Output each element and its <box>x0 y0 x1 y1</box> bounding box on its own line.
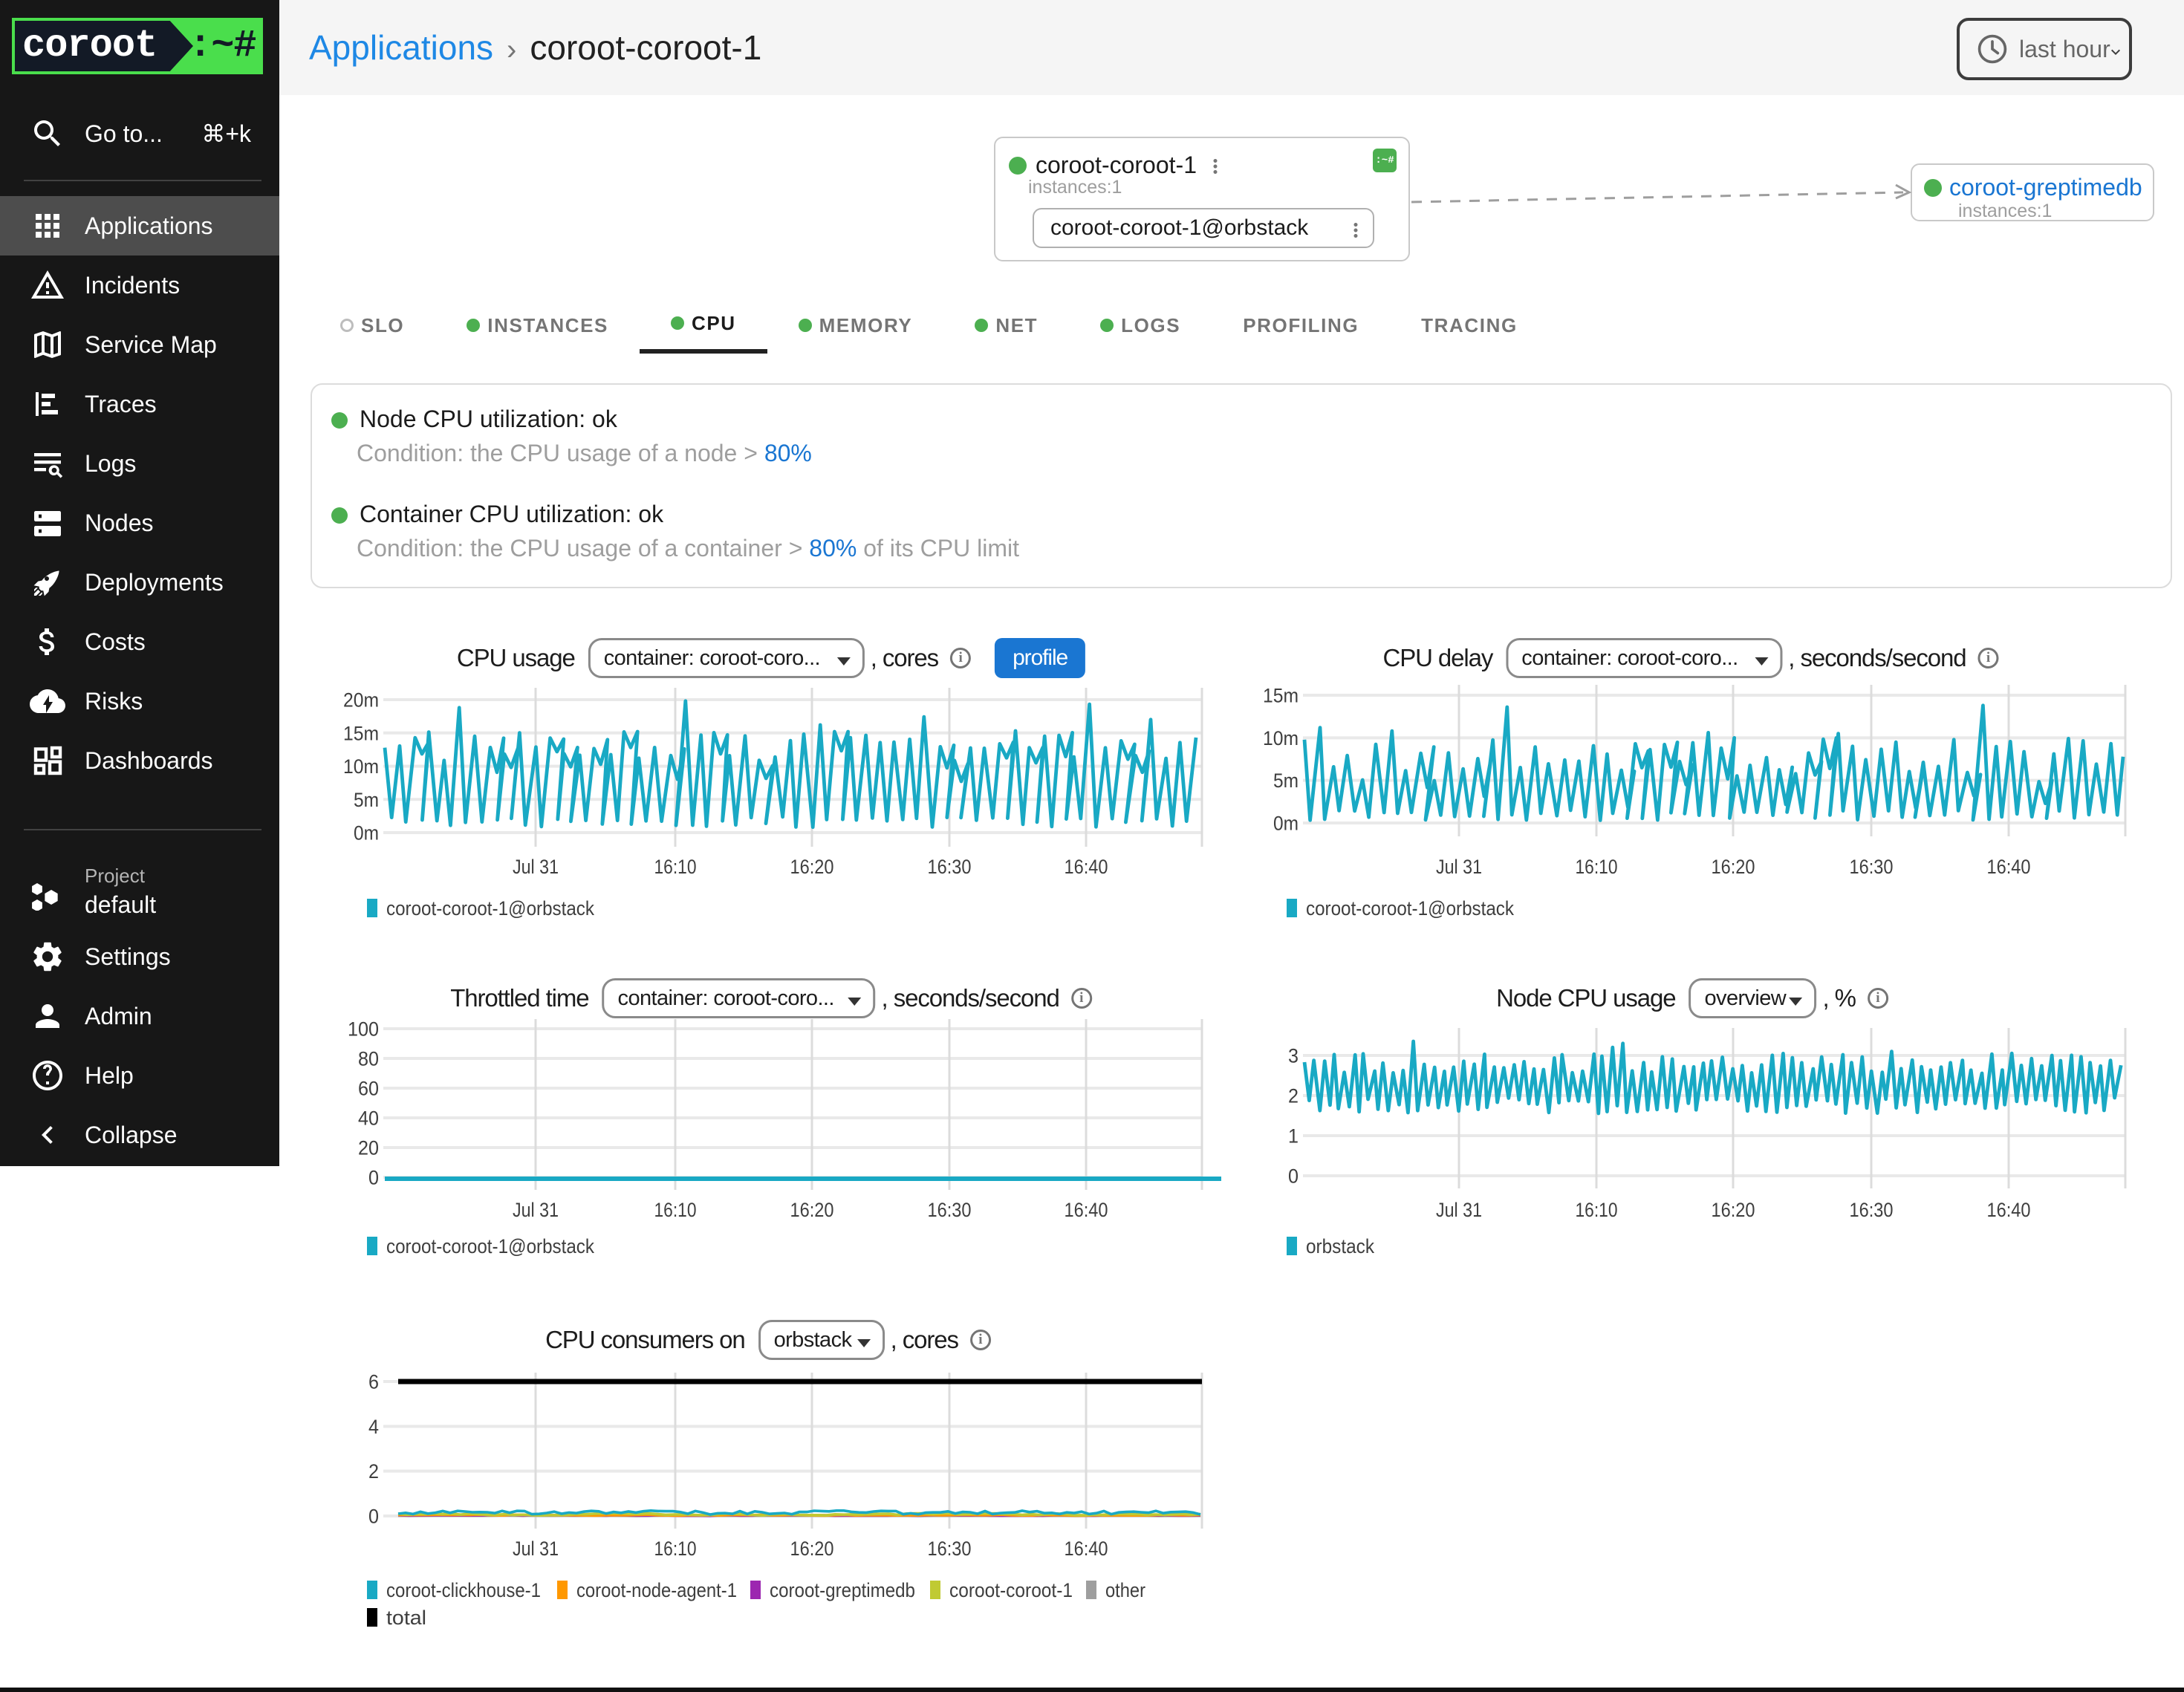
svg-text:coroot-coroot-1@orbstack: coroot-coroot-1@orbstack <box>1306 897 1514 920</box>
svg-text:15m: 15m <box>343 722 379 744</box>
svg-text:coroot-greptimedb: coroot-greptimedb <box>770 1579 915 1601</box>
svg-text:20m: 20m <box>343 689 379 712</box>
svg-text:coroot-coroot-1@orbstack: coroot-coroot-1@orbstack <box>386 1235 594 1257</box>
svg-text:4: 4 <box>368 1416 379 1438</box>
svg-text:16:10: 16:10 <box>654 1199 697 1221</box>
svg-text:0: 0 <box>368 1167 379 1189</box>
svg-text:16:30: 16:30 <box>928 1199 972 1221</box>
svg-text:0: 0 <box>368 1506 379 1528</box>
svg-text:coroot-coroot-1: coroot-coroot-1 <box>949 1579 1073 1601</box>
svg-text:15m: 15m <box>1263 685 1299 707</box>
svg-text:coroot-coroot-1@orbstack: coroot-coroot-1@orbstack <box>386 897 594 920</box>
svg-text:5m: 5m <box>354 789 379 811</box>
svg-text:2: 2 <box>368 1460 379 1483</box>
svg-text:16:20: 16:20 <box>1712 1199 1755 1221</box>
svg-text:Jul 31: Jul 31 <box>1436 856 1482 878</box>
svg-text:80: 80 <box>358 1048 379 1070</box>
svg-text:16:20: 16:20 <box>1712 856 1755 878</box>
svg-text:16:20: 16:20 <box>790 856 834 878</box>
svg-text:60: 60 <box>358 1078 379 1100</box>
svg-text:coroot-node-agent-1: coroot-node-agent-1 <box>576 1579 737 1601</box>
svg-text:16:30: 16:30 <box>1850 1199 1894 1221</box>
svg-text:0: 0 <box>1288 1165 1299 1188</box>
svg-text:16:40: 16:40 <box>1987 1199 2031 1221</box>
svg-text:16:40: 16:40 <box>1065 1199 1108 1221</box>
svg-text:Jul 31: Jul 31 <box>513 856 559 878</box>
svg-text:0m: 0m <box>354 822 379 845</box>
svg-text:16:30: 16:30 <box>928 1538 972 1560</box>
svg-text:total: total <box>386 1607 426 1629</box>
svg-text:Jul 31: Jul 31 <box>1436 1199 1482 1221</box>
svg-text:16:10: 16:10 <box>654 856 697 878</box>
svg-text:16:10: 16:10 <box>654 1538 697 1560</box>
svg-text:16:20: 16:20 <box>790 1199 834 1221</box>
svg-text:16:30: 16:30 <box>1850 856 1894 878</box>
svg-text:16:40: 16:40 <box>1065 856 1108 878</box>
svg-text:Jul 31: Jul 31 <box>513 1538 559 1560</box>
svg-text:3: 3 <box>1288 1045 1299 1067</box>
svg-text:16:20: 16:20 <box>790 1538 834 1560</box>
svg-text:20: 20 <box>358 1137 379 1159</box>
svg-text:10m: 10m <box>343 755 379 778</box>
svg-text:6: 6 <box>368 1371 379 1393</box>
svg-text:100: 100 <box>348 1018 379 1041</box>
svg-text:2: 2 <box>1288 1085 1299 1107</box>
svg-text:other: other <box>1105 1579 1145 1601</box>
svg-text:5m: 5m <box>1273 769 1299 792</box>
svg-text:Jul 31: Jul 31 <box>513 1199 559 1221</box>
svg-text:16:40: 16:40 <box>1065 1538 1108 1560</box>
svg-text:16:30: 16:30 <box>928 856 972 878</box>
svg-text:40: 40 <box>358 1107 379 1130</box>
svg-text:16:10: 16:10 <box>1576 856 1618 878</box>
svg-text:16:10: 16:10 <box>1576 1199 1618 1221</box>
svg-text:1: 1 <box>1288 1125 1299 1148</box>
svg-text:orbstack: orbstack <box>1306 1235 1374 1257</box>
svg-text:0m: 0m <box>1273 813 1299 835</box>
svg-text:16:40: 16:40 <box>1987 856 2031 878</box>
svg-text:10m: 10m <box>1263 727 1299 749</box>
svg-text:coroot-clickhouse-1: coroot-clickhouse-1 <box>386 1579 541 1601</box>
